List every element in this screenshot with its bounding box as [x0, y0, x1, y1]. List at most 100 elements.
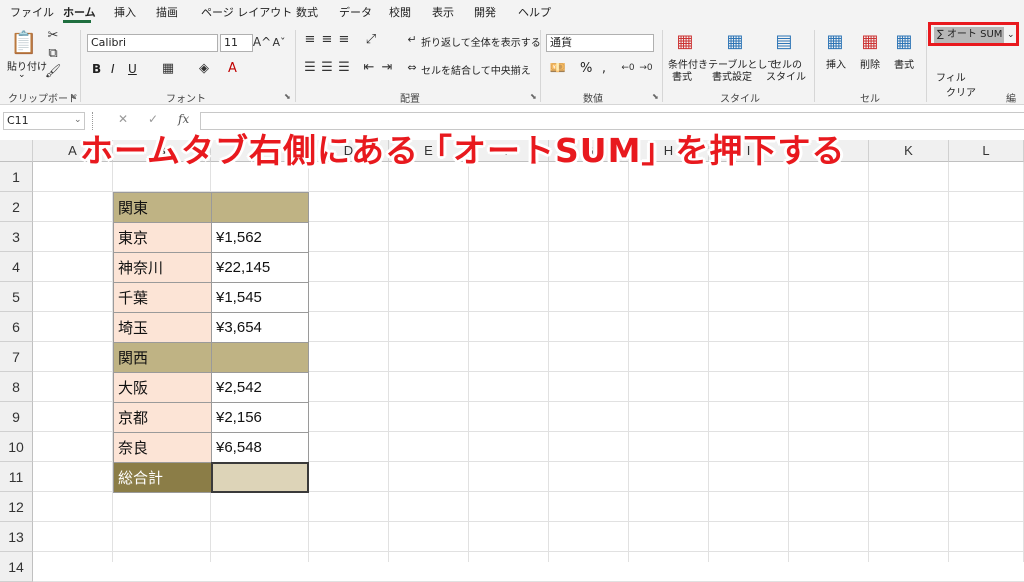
font-color-button[interactable]: A — [228, 61, 237, 76]
increase-indent-icon[interactable]: ⇥ — [380, 60, 394, 75]
row-header-14[interactable]: 14 — [0, 552, 33, 582]
table-value-cell[interactable]: ¥1,562 — [211, 222, 309, 253]
font-launcher-icon[interactable]: ⬊ — [284, 92, 291, 101]
tab-insert[interactable]: 挿入 — [114, 4, 136, 20]
row-header-12[interactable]: 12 — [0, 492, 33, 522]
comma-style-icon[interactable]: , — [598, 60, 610, 76]
borders-icon[interactable]: ▦ — [160, 60, 176, 76]
row-header-9[interactable]: 9 — [0, 402, 33, 432]
insert-cells-button[interactable]: 挿入 — [826, 56, 846, 71]
table-value-cell[interactable] — [211, 192, 309, 223]
align-middle-icon[interactable]: ≡ — [320, 32, 334, 47]
increase-decimal-icon[interactable]: ←0 — [620, 60, 636, 76]
bold-button[interactable]: B — [92, 62, 101, 76]
decrease-font-icon[interactable]: Aˇ — [272, 34, 286, 50]
align-bottom-icon[interactable]: ≡ — [337, 32, 351, 47]
tab-view[interactable]: 表示 — [432, 4, 454, 20]
number-format-select[interactable]: 通貨 — [546, 34, 654, 52]
table-value-cell[interactable]: ¥6,548 — [211, 432, 309, 463]
format-as-table-icon[interactable]: ▦ — [724, 30, 746, 52]
row-header-13[interactable]: 13 — [0, 522, 33, 552]
tab-page-layout[interactable]: ページ レイアウト — [201, 4, 292, 20]
table-value-cell[interactable]: ¥3,654 — [211, 312, 309, 343]
font-name-select[interactable]: Calibri — [87, 34, 218, 52]
tab-home[interactable]: ホーム — [63, 4, 96, 20]
tab-draw[interactable]: 描画 — [156, 4, 178, 20]
underline-button[interactable]: U — [128, 62, 137, 76]
percent-button[interactable]: % — [580, 61, 592, 76]
select-all-corner[interactable] — [0, 140, 33, 162]
paste-label[interactable]: 貼り付け — [7, 58, 47, 73]
increase-font-icon[interactable]: A^ — [253, 34, 271, 50]
tab-file[interactable]: ファイル — [10, 4, 54, 20]
align-center-icon[interactable]: ☰ — [320, 60, 334, 75]
number-launcher-icon[interactable]: ⬊ — [652, 92, 659, 101]
table-label-cell[interactable]: 神奈川 — [113, 252, 212, 283]
table-value-cell[interactable]: ¥22,145 — [211, 252, 309, 283]
name-box[interactable]: C11 — [3, 112, 85, 130]
row-header-2[interactable]: 2 — [0, 192, 33, 222]
clear-button[interactable]: クリア — [946, 84, 976, 99]
row-header-1[interactable]: 1 — [0, 162, 33, 192]
table-value-cell[interactable]: ¥1,545 — [211, 282, 309, 313]
row-header-11[interactable]: 11 — [0, 462, 33, 492]
insert-cells-icon[interactable]: ▦ — [824, 30, 846, 52]
decrease-decimal-icon[interactable]: →0 — [638, 60, 654, 76]
row-header-6[interactable]: 6 — [0, 312, 33, 342]
format-cells-icon[interactable]: ▦ — [893, 30, 915, 52]
wrap-text-icon[interactable]: ↵ — [405, 32, 419, 46]
delete-cells-icon[interactable]: ▦ — [859, 30, 881, 52]
selected-cell-c11[interactable] — [211, 462, 309, 493]
table-label-cell[interactable]: 関西 — [113, 342, 212, 373]
table-label-cell[interactable]: 千葉 — [113, 282, 212, 313]
table-label-cell[interactable]: 大阪 — [113, 372, 212, 403]
copy-icon[interactable]: ⧉ — [46, 46, 60, 61]
row-header-3[interactable]: 3 — [0, 222, 33, 252]
table-label-cell[interactable]: 奈良 — [113, 432, 212, 463]
table-label-cell[interactable]: 総合計 — [113, 462, 212, 493]
alignment-launcher-icon[interactable]: ⬊ — [530, 92, 537, 101]
tab-formulas[interactable]: 数式 — [296, 4, 318, 20]
align-right-icon[interactable]: ☰ — [337, 60, 351, 75]
tab-help[interactable]: ヘルプ — [518, 4, 551, 20]
cell-styles-label-2[interactable]: スタイル — [766, 68, 806, 83]
row-header-7[interactable]: 7 — [0, 342, 33, 372]
cell-styles-icon[interactable]: ▤ — [773, 30, 795, 52]
merge-center-icon[interactable]: ⇔ — [405, 60, 419, 74]
merge-center-button[interactable]: セルを結合して中央揃え — [421, 62, 531, 77]
align-left-icon[interactable]: ☰ — [303, 60, 317, 75]
table-value-cell[interactable] — [211, 342, 309, 373]
table-value-cell[interactable]: ¥2,156 — [211, 402, 309, 433]
paste-dropdown-icon[interactable]: ⌄ — [18, 70, 26, 80]
row-header-5[interactable]: 5 — [0, 282, 33, 312]
tab-review[interactable]: 校閲 — [389, 4, 411, 20]
table-value-cell[interactable]: ¥2,542 — [211, 372, 309, 403]
decrease-indent-icon[interactable]: ⇤ — [362, 60, 376, 75]
fill-color-icon[interactable]: ◈ — [196, 60, 212, 76]
paste-icon[interactable]: 📋 — [10, 30, 38, 56]
accounting-format-icon[interactable]: 💴 — [550, 60, 566, 76]
format-as-table-label-2[interactable]: 書式設定 — [712, 68, 752, 83]
conditional-formatting-label-2[interactable]: 書式 — [672, 68, 692, 83]
row-header-4[interactable]: 4 — [0, 252, 33, 282]
wrap-text-button[interactable]: 折り返して全体を表示する — [421, 34, 541, 49]
fill-button[interactable]: フィル — [936, 69, 966, 84]
cut-icon[interactable]: ✂ — [46, 28, 60, 43]
format-cells-button[interactable]: 書式 — [894, 56, 914, 71]
tab-data[interactable]: データ — [339, 4, 372, 20]
row-header-8[interactable]: 8 — [0, 372, 33, 402]
delete-cells-button[interactable]: 削除 — [860, 56, 880, 71]
tab-developer[interactable]: 開発 — [474, 4, 496, 20]
row-header-10[interactable]: 10 — [0, 432, 33, 462]
table-label-cell[interactable]: 関東 — [113, 192, 212, 223]
font-size-select[interactable]: 11 — [220, 34, 253, 52]
table-label-cell[interactable]: 東京 — [113, 222, 212, 253]
clipboard-launcher-icon[interactable]: ⬊ — [70, 92, 77, 101]
column-header-l[interactable]: L — [949, 140, 1024, 162]
italic-button[interactable]: I — [111, 62, 115, 76]
column-header-k[interactable]: K — [869, 140, 949, 162]
conditional-formatting-icon[interactable]: ▦ — [674, 30, 696, 52]
table-label-cell[interactable]: 京都 — [113, 402, 212, 433]
format-painter-icon[interactable]: 🖌 — [45, 64, 62, 79]
table-label-cell[interactable]: 埼玉 — [113, 312, 212, 343]
